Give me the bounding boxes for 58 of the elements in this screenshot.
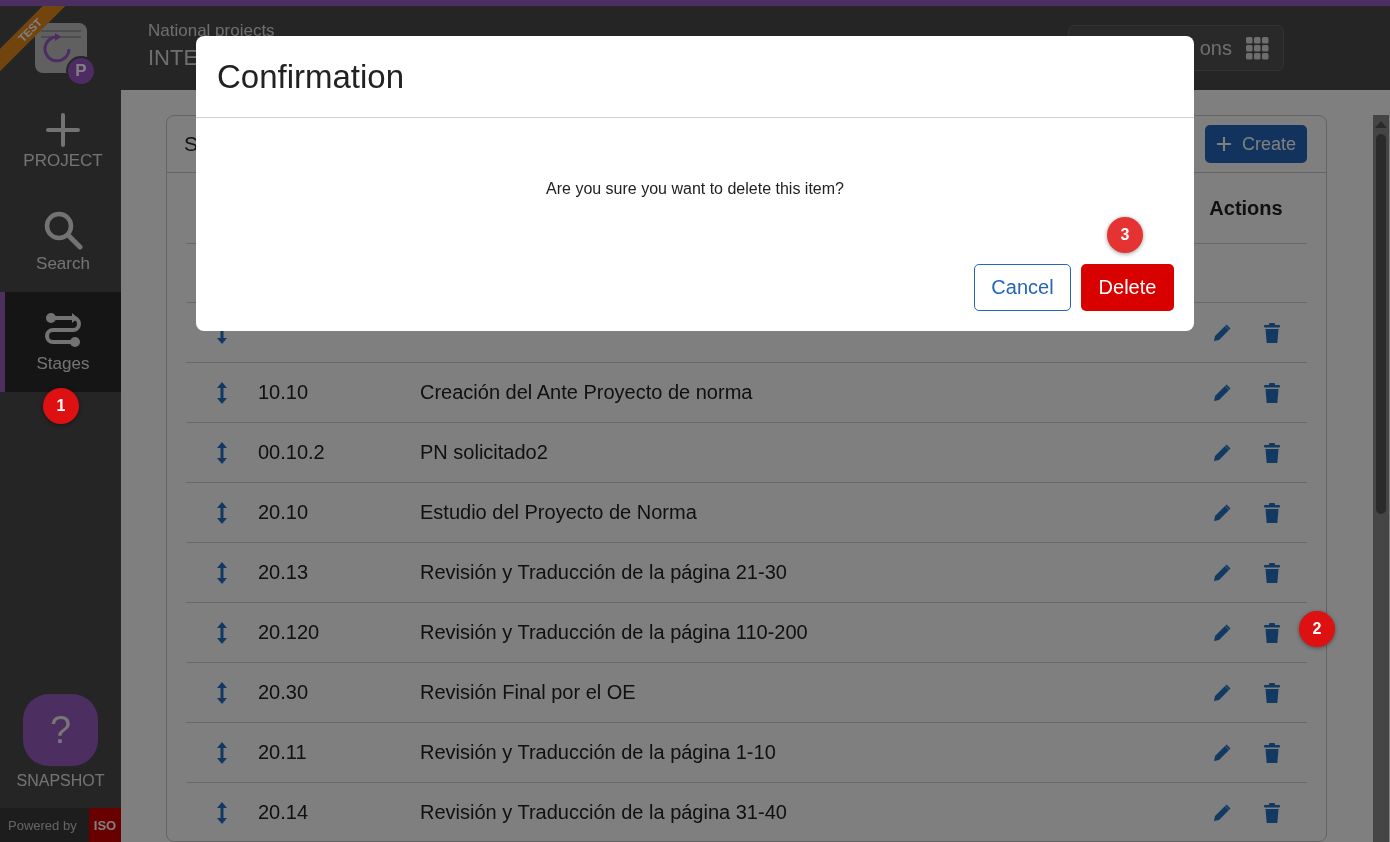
help-button[interactable]: ? [23,694,98,766]
plus-icon [46,113,80,147]
trash-icon[interactable] [1264,382,1280,403]
column-header: Actions [1208,196,1284,220]
nav-label: Search [36,254,90,274]
table-cell-text: 20.11 [258,741,308,764]
pencil-icon[interactable] [1212,382,1232,403]
scrollbar[interactable] [1373,115,1389,842]
page-title: INTE [148,45,200,71]
table-cell-text: 20.10 [258,501,310,524]
table-cell-text: Revisión y Traducción de la página 1-10 [420,741,777,764]
iso-logo: ISO [89,808,121,842]
dialog-message: Are you sure you want to delete this item? [545,179,845,199]
trash-icon[interactable] [1264,742,1280,763]
trash-icon[interactable] [1264,622,1280,643]
powered-by-text: Powered by [7,817,77,833]
dialog-title: Confirmation [217,57,405,96]
delete-button[interactable]: Delete [1081,264,1174,311]
trash-icon[interactable] [1264,502,1280,523]
table-cell-text: Revisión y Traducción de la página 31-40 [420,801,788,824]
cancel-button[interactable]: Cancel [974,264,1071,311]
pencil-icon[interactable] [1212,742,1232,763]
plus-icon [1216,136,1232,152]
search-icon [43,210,83,250]
nav-item[interactable]: PROJECT [0,92,121,192]
nav-label: PROJECT [23,151,103,171]
trash-icon[interactable] [1264,682,1280,703]
create-button[interactable]: Create [1205,125,1307,163]
route-icon [43,310,83,350]
table-cell-text: Revisión Final por el OE [420,681,637,704]
logo-badge: P [66,56,96,86]
table-cell-text: 20.30 [258,681,310,704]
trash-icon[interactable] [1264,562,1280,583]
pencil-icon[interactable] [1212,322,1232,343]
pencil-icon[interactable] [1212,682,1232,703]
pencil-icon[interactable] [1212,442,1232,463]
table-cell-text: 20.14 [258,801,310,824]
snapshot-label: SNAPSHOT [16,772,105,790]
nav-label: Stages [36,354,90,374]
table-cell-text: Creación del Ante Proyecto de norma [420,381,754,404]
table-cell-text: 10.10 [258,381,310,404]
trash-icon[interactable] [1264,322,1280,343]
table-cell-text: PN solicitado2 [420,441,549,464]
table-cell-text: 00.10.2 [258,441,326,464]
trash-icon[interactable] [1264,442,1280,463]
table-cell-text: 20.120 [258,621,321,644]
table-cell-text: 20.13 [258,561,310,584]
grid-icon [1246,36,1269,60]
nav-item[interactable]: Stages [0,292,121,392]
nav-item[interactable]: Search [0,192,121,292]
pencil-icon[interactable] [1212,562,1232,583]
table-cell-text: Revisión y Traducción de la página 21-30 [420,561,788,584]
table-cell-text: Estudio del Proyecto de Norma [420,501,698,524]
pencil-icon[interactable] [1212,502,1232,523]
pencil-icon[interactable] [1212,802,1232,823]
pencil-icon[interactable] [1212,622,1232,643]
trash-icon[interactable] [1264,802,1280,823]
table-cell-text: Revisión y Traducción de la página 110-200 [420,621,809,644]
